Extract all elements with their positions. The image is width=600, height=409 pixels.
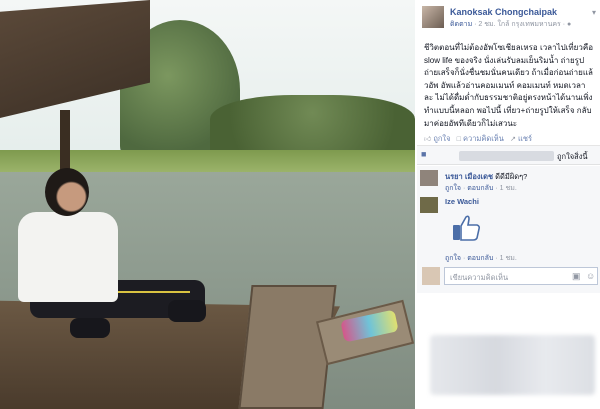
comment-avatar[interactable] <box>420 170 438 186</box>
comment-input[interactable]: เขียนความคิดเห็น ▣ ☺ <box>444 267 598 285</box>
comment-author-name[interactable]: Ize Wachi <box>445 197 479 206</box>
photo-shoe <box>168 300 206 322</box>
post-actions: 👍︎ ถูกใจ □ ความคิดเห็น ↗ แชร์ <box>424 133 594 145</box>
comment-meta: ถูกใจ · ตอบกลับ · 1 ชม. <box>445 255 517 262</box>
photo-person-head <box>45 168 89 216</box>
comment-avatar[interactable] <box>420 197 438 213</box>
comment-meta: ถูกใจ · ตอบกลับ · 1 ชม. <box>445 185 517 192</box>
like-button[interactable]: ถูกใจ <box>433 134 450 143</box>
chevron-down-icon[interactable]: ▾ <box>592 8 596 17</box>
like-summary-bar: ■ ถูกใจสิ่งนี้ <box>417 145 600 165</box>
comment-icon: □ <box>456 136 461 143</box>
comment-reply-link[interactable]: ตอบกลับ <box>467 185 493 192</box>
comment-composer: เขียนความคิดเห็น ▣ ☺ <box>422 265 598 287</box>
post-meta: ติดตาม · 2 ชม. ใกล้ กรุงเทพมหานคร · ● <box>450 19 571 30</box>
comment-text: ดีดีมีผิดๆ? <box>493 172 528 181</box>
comment-like-link[interactable]: ถูกใจ <box>445 185 461 192</box>
thumbs-up-icon: 👍︎ <box>424 136 432 143</box>
comment-button[interactable]: ความคิดเห็น <box>463 134 504 143</box>
author-avatar[interactable] <box>422 6 444 28</box>
author-name[interactable]: Kanoksak Chongchaipak <box>450 7 557 17</box>
comment-time: · 1 ชม. <box>493 255 517 262</box>
thumbs-up-sticker-icon <box>453 215 481 241</box>
globe-icon: ● <box>567 21 572 28</box>
follow-link[interactable]: ติดตาม <box>450 21 472 28</box>
comment-author[interactable]: นรยา เมืองเดช ดีดีมีผิดๆ? <box>445 171 527 183</box>
likers-names-blurred[interactable] <box>459 151 554 161</box>
comment-input-placeholder: เขียนความคิดเห็น <box>450 273 509 282</box>
share-button[interactable]: แชร์ <box>518 134 532 143</box>
comment-author-name[interactable]: นรยา เมืองเดช <box>445 172 493 181</box>
like-summary-thumb-icon: ■ <box>421 149 427 159</box>
photo-shoe-2 <box>70 318 110 338</box>
photo-person-shirt <box>18 212 118 302</box>
comment-time: · 1 ชม. <box>493 185 517 192</box>
smiley-icon[interactable]: ☺ <box>586 271 595 281</box>
post-photo[interactable] <box>0 0 415 409</box>
comment-reply-link[interactable]: ตอบกลับ <box>467 255 493 262</box>
photo-pavilion-post <box>60 110 70 170</box>
photo-trees-right <box>210 95 415 155</box>
blurred-ad-region <box>430 335 595 395</box>
post-time-location: · 2 ชม. ใกล้ กรุงเทพมหานคร · <box>472 21 568 28</box>
like-summary-text: ถูกใจสิ่งนี้ <box>557 152 588 161</box>
post-caption: ชีวิตตอนที่ไม่ต้องอัพโซเชียลเหรอ เวลาไปเ… <box>424 43 594 128</box>
camera-icon[interactable]: ▣ <box>572 271 581 282</box>
share-icon: ↗ <box>510 136 517 143</box>
viewer-avatar <box>422 267 440 285</box>
comment-like-link[interactable]: ถูกใจ <box>445 255 461 262</box>
post-header: Kanoksak Chongchaipak ติดตาม · 2 ชม. ใกล… <box>422 6 597 32</box>
